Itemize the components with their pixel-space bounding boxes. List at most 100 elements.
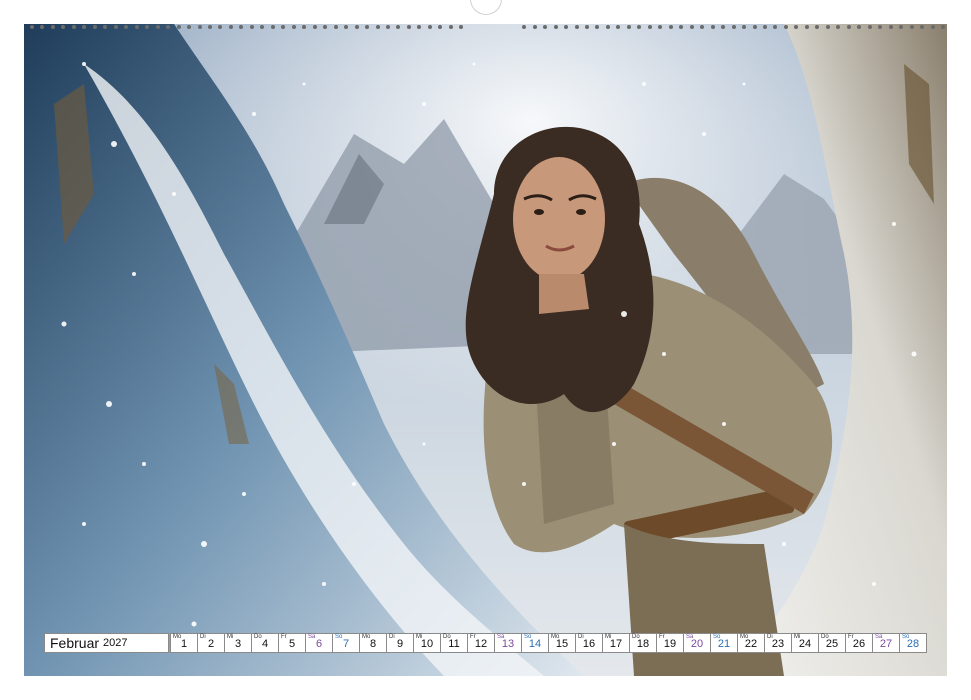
binding-hole [920,25,925,29]
day-number: 27 [879,638,893,650]
binding-hole [836,25,841,29]
binding-hole [30,25,34,29]
month-name: Februar [50,635,100,651]
day-cell: Sa 20 [683,633,711,653]
day-cell: Mo 8 [359,633,387,653]
binding-hole [909,25,914,29]
binding-hole [941,25,945,29]
binding-hole [124,25,129,29]
binding-hole [176,25,181,29]
day-cell: So 28 [899,633,927,653]
day-number: 14 [528,638,542,650]
binding-hole [312,25,317,29]
binding-hole [396,25,401,29]
day-number: 11 [448,638,460,650]
binding-hole [417,25,422,29]
binding-hole [406,25,411,29]
binding-hole [61,25,66,29]
binding-hole [92,25,97,29]
calendar-hanger [470,0,502,15]
day-cell: Do 18 [629,633,657,653]
day-cell: Do 4 [251,633,279,653]
calendar-photo [24,24,947,676]
binding-hole [626,25,631,29]
day-cell: Sa 6 [305,633,333,653]
day-number: 28 [906,638,920,650]
day-number: 20 [690,638,704,650]
binding-hole [82,25,87,29]
day-cell: Mi 3 [224,633,252,653]
binding-hole [50,25,55,29]
binding-hole [522,25,527,29]
day-number: 13 [501,638,515,650]
binding-hole [438,25,443,29]
day-cell: Mi 10 [413,633,441,653]
binding-hole [574,25,579,29]
binding-hole [584,25,589,29]
binding-hole [553,25,558,29]
binding-hole [459,25,464,29]
day-number: 9 [396,638,404,650]
binding-hole [846,25,851,29]
day-cell: So 7 [332,633,360,653]
day-cell: Di 16 [575,633,603,653]
binding-hole [752,25,757,29]
binding-hole [386,25,391,29]
binding-hole [668,25,673,29]
binding-hole [71,25,76,29]
day-number: 7 [342,638,350,650]
day-number: 18 [636,638,650,650]
binding-hole [260,25,265,29]
binding-hole [783,25,788,29]
binding-hole [155,25,160,29]
binding-hole [270,25,275,29]
day-cell: Di 9 [386,633,414,653]
binding-hole [825,25,830,29]
binding-hole [637,25,642,29]
day-number: 21 [717,638,731,650]
binding-hole [867,25,872,29]
binding-hole [134,25,139,29]
day-number: 4 [261,638,269,650]
binding-hole [113,25,118,29]
day-number: 17 [609,638,623,650]
day-cell: Sa 27 [872,633,900,653]
binding-hole [354,25,359,29]
day-cell: Sa 13 [494,633,522,653]
day-cells: Mo 1 Di 2 Mi 3 Do 4 Fr 5 Sa 6 So 7 Mo 8 Di 9 Mi 10 Do 11 Fr 12 S… [170,633,927,655]
binding-hole [700,25,705,29]
binding-hole [103,25,108,29]
day-number: 6 [315,638,323,650]
day-cell: So 14 [521,633,549,653]
day-cell: Fr 26 [845,633,873,653]
day-number: 12 [474,638,488,650]
binding-hole [323,25,328,29]
day-number: 16 [582,638,596,650]
binding-hole [804,25,809,29]
day-number: 3 [234,638,242,650]
binding-hole [166,25,171,29]
day-cell: Di 23 [764,633,792,653]
binding-hole [815,25,820,29]
binding-hole [794,25,799,29]
binding-hole [532,25,537,29]
day-cell: Do 11 [440,633,468,653]
day-cell: Do 25 [818,633,846,653]
binding-hole [899,25,904,29]
binding-hole [930,25,935,29]
day-number: 24 [798,638,812,650]
binding-hole [427,25,432,29]
day-cell: Mi 24 [791,633,819,653]
binding-hole [543,25,548,29]
binding-hole [281,25,286,29]
binding-hole [762,25,767,29]
binding-hole [375,25,380,29]
binding-hole [40,25,45,29]
day-number: 10 [420,638,434,650]
binding-hole [773,25,778,29]
day-number: 15 [555,638,569,650]
binding-hole [595,25,600,29]
day-cell: Fr 12 [467,633,495,653]
binding-hole [647,25,652,29]
binding-hole [218,25,223,29]
